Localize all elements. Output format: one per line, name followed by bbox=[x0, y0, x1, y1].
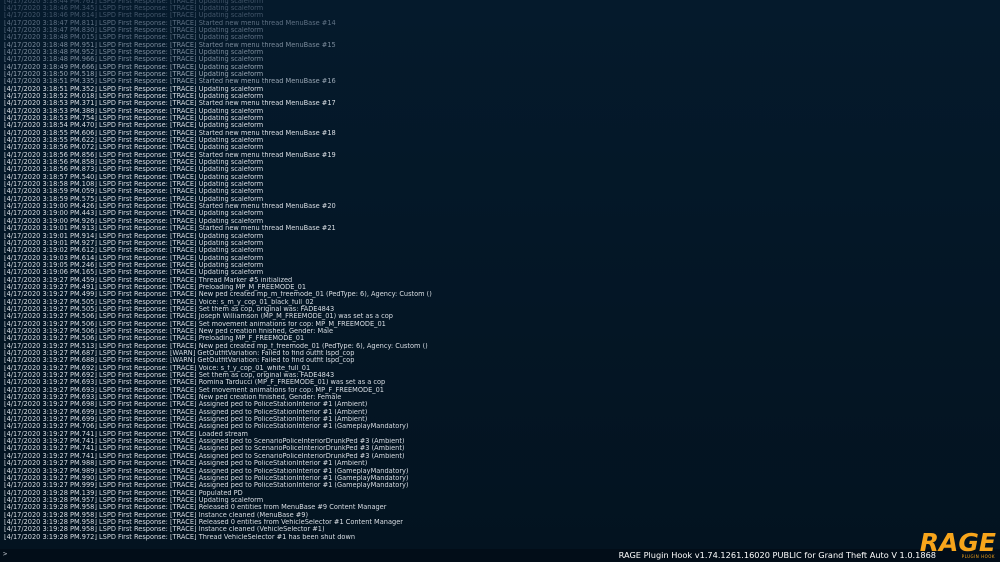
log-line: [4/17/2020 3:18:59 PM.575] LSPD First Re… bbox=[4, 195, 264, 203]
log-line: [4/17/2020 3:18:47 PM.811] LSPD First Re… bbox=[4, 19, 336, 27]
log-line: [4/17/2020 3:19:27 PM.741] LSPD First Re… bbox=[4, 452, 405, 460]
log-line: [4/17/2020 3:19:27 PM.692] LSPD First Re… bbox=[4, 372, 335, 380]
log-line: [4/17/2020 3:19:28 PM.139] LSPD First Re… bbox=[4, 489, 243, 497]
log-line: [4/17/2020 3:19:27 PM.693] LSPD First Re… bbox=[4, 394, 342, 402]
log-line: [4/17/2020 3:19:28 PM.958] LSPD First Re… bbox=[4, 511, 309, 519]
log-line: [4/17/2020 3:19:00 PM.426] LSPD First Re… bbox=[4, 203, 336, 211]
command-prompt: > bbox=[3, 550, 8, 558]
log-line: [4/17/2020 3:19:27 PM.741] LSPD First Re… bbox=[4, 430, 248, 438]
log-line: [4/17/2020 3:19:28 PM.958] LSPD First Re… bbox=[4, 504, 387, 512]
log-line: [4/17/2020 3:19:27 PM.698] LSPD First Re… bbox=[4, 401, 368, 409]
log-line: [4/17/2020 3:19:01 PM.914] LSPD First Re… bbox=[4, 232, 264, 240]
log-line: [4/17/2020 3:19:05 PM.246] LSPD First Re… bbox=[4, 261, 264, 269]
log-line: [4/17/2020 3:19:28 PM.958] LSPD First Re… bbox=[4, 518, 403, 526]
log-line: [4/17/2020 3:19:27 PM.506] LSPD First Re… bbox=[4, 313, 393, 321]
log-line: [4/17/2020 3:18:52 PM.018] LSPD First Re… bbox=[4, 92, 264, 100]
log-line: [4/17/2020 3:18:53 PM.371] LSPD First Re… bbox=[4, 100, 336, 108]
log-line: [4/17/2020 3:19:01 PM.913] LSPD First Re… bbox=[4, 225, 336, 233]
log-line: [4/17/2020 3:19:27 PM.505] LSPD First Re… bbox=[4, 305, 335, 313]
log-line: [4/17/2020 3:18:58 PM.108] LSPD First Re… bbox=[4, 181, 264, 189]
log-line: [4/17/2020 3:19:27 PM.988] LSPD First Re… bbox=[4, 460, 368, 468]
log-line: [4/17/2020 3:19:27 PM.692] LSPD First Re… bbox=[4, 364, 311, 372]
log-line: [4/17/2020 3:19:27 PM.990] LSPD First Re… bbox=[4, 474, 409, 482]
log-line: [4/17/2020 3:18:59 PM.059] LSPD First Re… bbox=[4, 188, 264, 196]
log-line: [4/17/2020 3:18:51 PM.352] LSPD First Re… bbox=[4, 85, 264, 93]
log-line: [4/17/2020 3:19:27 PM.699] LSPD First Re… bbox=[4, 408, 368, 416]
log-line: [4/17/2020 3:18:49 PM.666] LSPD First Re… bbox=[4, 63, 264, 71]
log-line: [4/17/2020 3:19:27 PM.693] LSPD First Re… bbox=[4, 379, 386, 387]
log-line: [4/17/2020 3:19:27 PM.687] LSPD First Re… bbox=[4, 350, 355, 357]
log-line: [4/17/2020 3:19:03 PM.614] LSPD First Re… bbox=[4, 254, 264, 262]
log-line: [4/17/2020 3:19:27 PM.741] LSPD First Re… bbox=[4, 438, 405, 446]
log-line: [4/17/2020 3:19:27 PM.499] LSPD First Re… bbox=[4, 291, 432, 299]
log-line: [4/17/2020 3:18:46 PM.345] LSPD First Re… bbox=[4, 4, 264, 12]
log-line: [4/17/2020 3:18:53 PM.388] LSPD First Re… bbox=[4, 107, 264, 115]
log-line: [4/17/2020 3:19:27 PM.506] LSPD First Re… bbox=[4, 335, 305, 343]
log-line: [4/17/2020 3:19:27 PM.688] LSPD First Re… bbox=[4, 357, 355, 365]
log-line: [4/17/2020 3:19:27 PM.513] LSPD First Re… bbox=[4, 342, 428, 350]
log-line: [4/17/2020 3:19:00 PM.926] LSPD First Re… bbox=[4, 217, 264, 225]
log-line: [4/17/2020 3:18:57 PM.540] LSPD First Re… bbox=[4, 173, 264, 181]
log-line: [4/17/2020 3:19:27 PM.699] LSPD First Re… bbox=[4, 416, 368, 424]
log-line: [4/17/2020 3:18:56 PM.856] LSPD First Re… bbox=[4, 151, 336, 159]
log-line: [4/17/2020 3:19:27 PM.459] LSPD First Re… bbox=[4, 276, 293, 284]
log-line: [4/17/2020 3:19:27 PM.506] LSPD First Re… bbox=[4, 327, 334, 335]
log-line: [4/17/2020 3:18:56 PM.873] LSPD First Re… bbox=[4, 166, 264, 174]
log-line: [4/17/2020 3:19:00 PM.443] LSPD First Re… bbox=[4, 210, 264, 218]
log-line: [4/17/2020 3:19:27 PM.506] LSPD First Re… bbox=[4, 320, 386, 328]
log-line: [4/17/2020 3:19:27 PM.989] LSPD First Re… bbox=[4, 467, 409, 475]
log-line: [4/17/2020 3:18:54 PM.470] LSPD First Re… bbox=[4, 122, 264, 130]
log-line: [4/17/2020 3:18:55 PM.622] LSPD First Re… bbox=[4, 137, 264, 145]
log-line: [4/17/2020 3:19:28 PM.972] LSPD First Re… bbox=[4, 533, 356, 541]
log-line: [4/17/2020 3:19:28 PM.957] LSPD First Re… bbox=[4, 496, 264, 504]
console-log-area: [4/17/2020 3:18:44 PM.761] LSPD First Re… bbox=[0, 0, 1000, 552]
log-line: [4/17/2020 3:18:56 PM.072] LSPD First Re… bbox=[4, 144, 264, 152]
log-line: [4/17/2020 3:18:53 PM.754] LSPD First Re… bbox=[4, 115, 264, 122]
log-line: [4/17/2020 3:18:47 PM.830] LSPD First Re… bbox=[4, 26, 264, 34]
log-line: [4/17/2020 3:19:27 PM.693] LSPD First Re… bbox=[4, 386, 384, 394]
log-line: [4/17/2020 3:18:56 PM.858] LSPD First Re… bbox=[4, 159, 264, 167]
log-line: [4/17/2020 3:18:50 PM.518] LSPD First Re… bbox=[4, 70, 264, 78]
log-line: [4/17/2020 3:19:27 PM.741] LSPD First Re… bbox=[4, 445, 405, 453]
log-line: [4/17/2020 3:18:51 PM.335] LSPD First Re… bbox=[4, 78, 336, 86]
log-line: [4/17/2020 3:18:55 PM.606] LSPD First Re… bbox=[4, 129, 336, 137]
log-line: [4/17/2020 3:19:27 PM.505] LSPD First Re… bbox=[4, 298, 314, 306]
logo-tagline: PLUGIN HOOK bbox=[961, 554, 995, 559]
log-line: [4/17/2020 3:18:48 PM.966] LSPD First Re… bbox=[4, 56, 264, 64]
log-line: [4/17/2020 3:18:48 PM.951] LSPD First Re… bbox=[4, 41, 336, 49]
log-line: [4/17/2020 3:19:27 PM.706] LSPD First Re… bbox=[4, 423, 409, 431]
log-line: [4/17/2020 3:18:48 PM.952] LSPD First Re… bbox=[4, 48, 264, 56]
log-line: [4/17/2020 3:19:01 PM.927] LSPD First Re… bbox=[4, 239, 264, 247]
log-line: [4/17/2020 3:19:27 PM.491] LSPD First Re… bbox=[4, 283, 307, 291]
log-line: [4/17/2020 3:18:46 PM.814] LSPD First Re… bbox=[4, 12, 264, 20]
log-line: [4/17/2020 3:19:02 PM.612] LSPD First Re… bbox=[4, 247, 264, 255]
log-line: [4/17/2020 3:19:28 PM.958] LSPD First Re… bbox=[4, 526, 325, 534]
console-input-bar[interactable]: > RAGE Plugin Hook v1.74.1261.16020 PUBL… bbox=[0, 549, 1000, 562]
log-line: [4/17/2020 3:18:48 PM.015] LSPD First Re… bbox=[4, 34, 264, 42]
log-output: [4/17/2020 3:18:44 PM.761] LSPD First Re… bbox=[4, 0, 994, 541]
log-line: [4/17/2020 3:19:06 PM.165] LSPD First Re… bbox=[4, 269, 264, 277]
rage-plugin-hook-logo: RAGE PLUGIN HOOK bbox=[920, 530, 996, 560]
logo-word: RAGE bbox=[919, 528, 996, 557]
version-info-label: RAGE Plugin Hook v1.74.1261.16020 PUBLIC… bbox=[618, 550, 936, 560]
log-line: [4/17/2020 3:19:27 PM.999] LSPD First Re… bbox=[4, 482, 409, 490]
